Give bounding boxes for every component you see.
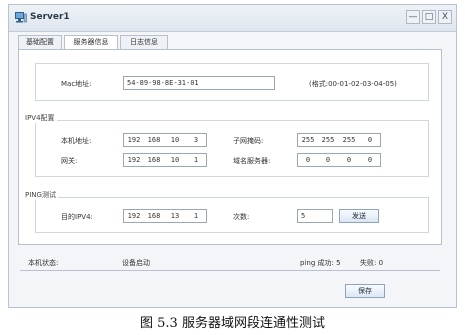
tab-server-info[interactable]: 服务器信息 [64, 35, 118, 50]
ipv4-group [35, 120, 429, 177]
figure-caption: 图 5.3 服务器域网段连通性测试 [140, 316, 325, 331]
dest-octet: 1 [193, 212, 199, 220]
mask-octet: 255 [301, 136, 315, 144]
ip-address-label: 本机地址: [61, 137, 92, 145]
ping-fail-count: 失败: 0 [360, 259, 384, 267]
tab-panel: Mac地址: 54-89-98-8E-31-01 (格式:00-01-02-03… [18, 49, 442, 245]
dns-octet: 0 [367, 156, 373, 164]
tab-log-info[interactable]: 日志信息 [120, 35, 168, 49]
gateway-label: 网关: [61, 157, 78, 165]
save-button[interactable]: 保存 [345, 284, 385, 298]
subnet-mask-field[interactable]: 255 255 255 0 [297, 133, 381, 147]
ping-count-label: 次数: [233, 213, 250, 221]
tab-basic-config[interactable]: 基础配置 [18, 35, 62, 49]
title-bar: Server1 — □ X [9, 5, 456, 32]
ip-octet: 10 [170, 136, 180, 144]
status-divider [20, 270, 440, 271]
gateway-octet: 192 [127, 156, 141, 164]
dns-server-label: 域名服务器: [233, 157, 271, 165]
mask-octet: 255 [321, 136, 335, 144]
mask-octet: 0 [367, 136, 373, 144]
device-status-label: 本机状态: [28, 259, 59, 267]
dest-octet: 192 [127, 212, 141, 220]
gateway-octet: 1 [193, 156, 199, 164]
maximize-button[interactable]: □ [422, 10, 436, 24]
dns-server-field[interactable]: 0 0 0 0 [297, 153, 381, 167]
ip-octet: 168 [147, 136, 161, 144]
mac-label: Mac地址: [61, 80, 92, 88]
gateway-octet: 10 [170, 156, 180, 164]
gateway-field[interactable]: 192 168 10 1 [123, 153, 207, 167]
ping-section-title: PING测试 [25, 190, 58, 200]
minimize-button[interactable]: — [406, 10, 420, 24]
window-title: Server1 [30, 12, 70, 22]
ipv4-section-title: IPV4配置 [25, 113, 57, 123]
close-button[interactable]: X [438, 10, 452, 24]
mac-format-hint: (格式:00-01-02-03-04-05) [309, 80, 397, 88]
ip-octet: 3 [193, 136, 199, 144]
dns-octet: 0 [325, 156, 331, 164]
ping-destination-field[interactable]: 192 168 13 1 [123, 209, 207, 223]
subnet-mask-label: 子网掩码: [233, 137, 264, 145]
send-button[interactable]: 发送 [339, 209, 379, 223]
dns-octet: 0 [305, 156, 311, 164]
gateway-octet: 168 [147, 156, 161, 164]
app-icon [15, 12, 27, 23]
ip-address-field[interactable]: 192 168 10 3 [123, 133, 207, 147]
ping-count-field[interactable]: 5 [297, 209, 333, 223]
mac-field[interactable]: 54-89-98-8E-31-01 [123, 76, 275, 90]
dns-octet: 0 [346, 156, 352, 164]
ping-success-count: ping 成功: 5 [300, 259, 341, 267]
device-status-value: 设备启动 [122, 259, 150, 267]
mask-octet: 255 [342, 136, 356, 144]
ip-octet: 192 [127, 136, 141, 144]
dest-octet: 13 [170, 212, 180, 220]
dest-octet: 168 [147, 212, 161, 220]
ping-destination-label: 目的IPV4: [61, 213, 93, 221]
